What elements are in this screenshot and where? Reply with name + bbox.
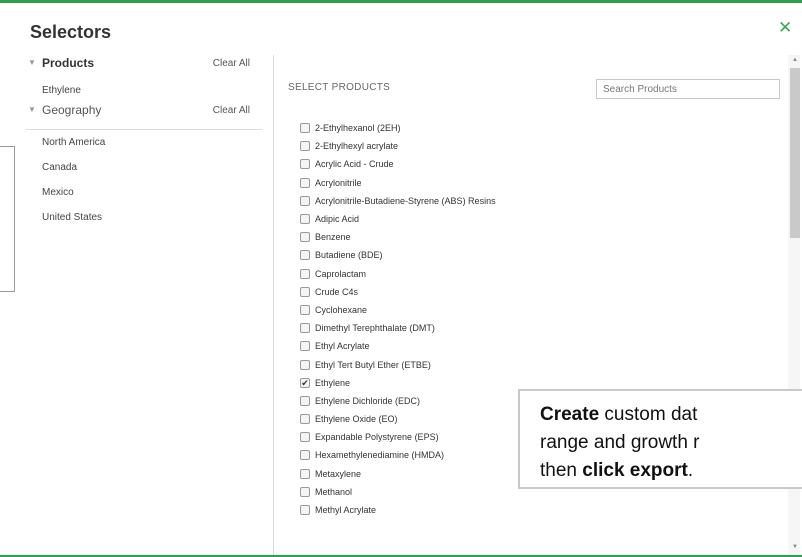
product-option-label: Ethylene <box>315 377 351 388</box>
checkbox[interactable] <box>300 359 310 370</box>
product-option-row[interactable]: Methyl Acrylate <box>300 501 770 519</box>
product-option-label: Acrylonitrile-Butadiene-Styrene (ABS) Re… <box>315 195 496 206</box>
checkbox[interactable] <box>300 250 310 261</box>
product-option-row[interactable]: Benzene <box>300 228 770 246</box>
product-option-label: Ethyl Acrylate <box>315 341 370 352</box>
product-option-row[interactable]: 2-Ethylhexyl acrylate <box>300 137 770 155</box>
scrollbar-thumb[interactable] <box>790 68 800 238</box>
checkbox[interactable] <box>300 450 310 461</box>
geography-clear-all-link[interactable]: Clear All <box>213 105 250 116</box>
selected-geography-item: United States <box>42 212 103 223</box>
checkbox[interactable] <box>300 395 310 406</box>
selection-summary-panel: ▼ Products Clear All Ethylene ▼ Geograph… <box>26 56 262 230</box>
selected-product-item: Ethylene <box>42 85 81 96</box>
checkbox[interactable] <box>300 341 310 352</box>
scroll-down-icon[interactable]: ▼ <box>792 544 798 550</box>
product-option-label: Hexamethylenediamine (HMDA) <box>315 450 445 461</box>
products-section-label: Products <box>42 56 95 70</box>
product-option-label: 2-Ethylhexanol (2EH) <box>315 123 401 134</box>
callout-text: . <box>687 460 694 481</box>
selected-geography-item: Mexico <box>42 187 74 198</box>
products-section-header[interactable]: ▼ Products Clear All <box>26 56 262 78</box>
checkbox[interactable] <box>300 214 310 225</box>
product-option-label: Acrylic Acid - Crude <box>315 159 394 170</box>
product-option-label: Dimethyl Terephthalate (DMT) <box>315 323 435 334</box>
product-option-row[interactable]: 2-Ethylhexanol (2EH) <box>300 119 770 137</box>
scroll-up-icon[interactable]: ▲ <box>792 57 798 63</box>
products-clear-all-link[interactable]: Clear All <box>213 58 250 69</box>
checkbox[interactable] <box>300 468 310 479</box>
product-option-label: Caprolactam <box>315 268 367 279</box>
product-option-label: Acrylonitrile <box>315 177 362 188</box>
product-option-label: Ethyl Tert Butyl Ether (ETBE) <box>315 359 431 370</box>
callout-line-3: then click export. <box>540 457 802 485</box>
product-option-label: Methyl Acrylate <box>315 505 377 516</box>
callout-bold-create: Create <box>540 404 600 425</box>
geography-section-label: Geography <box>42 103 102 117</box>
geography-section-header[interactable]: ▼ Geography Clear All <box>26 103 262 125</box>
product-option-row[interactable]: Acrylonitrile-Butadiene-Styrene (ABS) Re… <box>300 192 770 210</box>
product-option-row[interactable]: Ethyl Tert Butyl Ether (ETBE) <box>300 355 770 373</box>
top-accent-line <box>0 0 802 3</box>
close-icon[interactable]: ✕ <box>778 18 792 38</box>
checkbox[interactable] <box>300 414 310 425</box>
callout-line-1: Create custom dat <box>540 401 802 429</box>
dialog-title: Selectors <box>30 22 112 42</box>
checkbox[interactable] <box>300 232 310 243</box>
checkbox[interactable] <box>300 123 310 134</box>
callout-bold-export: click export <box>582 460 688 481</box>
product-option-label: Expandable Polystyrene (EPS) <box>315 432 439 443</box>
product-option-row[interactable]: Dimethyl Terephthalate (DMT) <box>300 319 770 337</box>
checkbox-checked[interactable]: ✔ <box>300 377 310 388</box>
product-option-row[interactable]: Cyclohexane <box>300 301 770 319</box>
product-option-row[interactable]: Crude C4s <box>300 283 770 301</box>
product-option-row[interactable]: Acrylonitrile <box>300 174 770 192</box>
product-option-row[interactable]: Acrylic Acid - Crude <box>300 155 770 173</box>
product-option-label: Ethylene Dichloride (EDC) <box>315 395 421 406</box>
product-option-label: Butadiene (BDE) <box>315 250 383 261</box>
checkbox[interactable] <box>300 486 310 497</box>
product-option-row[interactable]: Adipic Acid <box>300 210 770 228</box>
callout-text: custom dat <box>599 404 698 425</box>
product-option-row[interactable]: Butadiene (BDE) <box>300 246 770 264</box>
checkbox[interactable] <box>300 268 310 279</box>
product-option-row[interactable]: Ethyl Acrylate <box>300 337 770 355</box>
product-option-label: Benzene <box>315 232 351 243</box>
product-option-label: Crude C4s <box>315 286 359 297</box>
selected-geography-item: North America <box>42 137 106 148</box>
chevron-down-icon[interactable]: ▼ <box>28 105 36 114</box>
product-option-label: Cyclohexane <box>315 304 368 315</box>
product-option-label: Metaxylene <box>315 468 362 479</box>
chevron-down-icon[interactable]: ▼ <box>28 58 36 67</box>
select-products-heading: SELECT PRODUCTS <box>288 82 391 93</box>
product-option-label: 2-Ethylhexyl acrylate <box>315 141 399 152</box>
checkbox[interactable] <box>300 323 310 334</box>
search-products-input[interactable] <box>596 79 780 99</box>
checkbox[interactable] <box>300 432 310 443</box>
checkbox[interactable] <box>300 159 310 170</box>
product-option-label: Adipic Acid <box>315 214 360 225</box>
product-option-label: Methanol <box>315 486 353 497</box>
callout-text: then <box>540 460 583 481</box>
instruction-callout: Create custom dat range and growth r the… <box>518 389 802 489</box>
checkbox[interactable] <box>300 304 310 315</box>
checkbox[interactable] <box>300 141 310 152</box>
product-option-label: Ethylene Oxide (EO) <box>315 414 398 425</box>
checkbox[interactable] <box>300 286 310 297</box>
background-panel-edge <box>0 146 15 292</box>
checkbox[interactable] <box>300 195 310 206</box>
callout-line-2: range and growth r <box>540 432 700 453</box>
checkbox[interactable] <box>300 505 310 516</box>
panel-divider <box>273 55 274 555</box>
checkbox[interactable] <box>300 177 310 188</box>
product-option-row[interactable]: Caprolactam <box>300 265 770 283</box>
selected-geography-item: Canada <box>42 162 78 173</box>
